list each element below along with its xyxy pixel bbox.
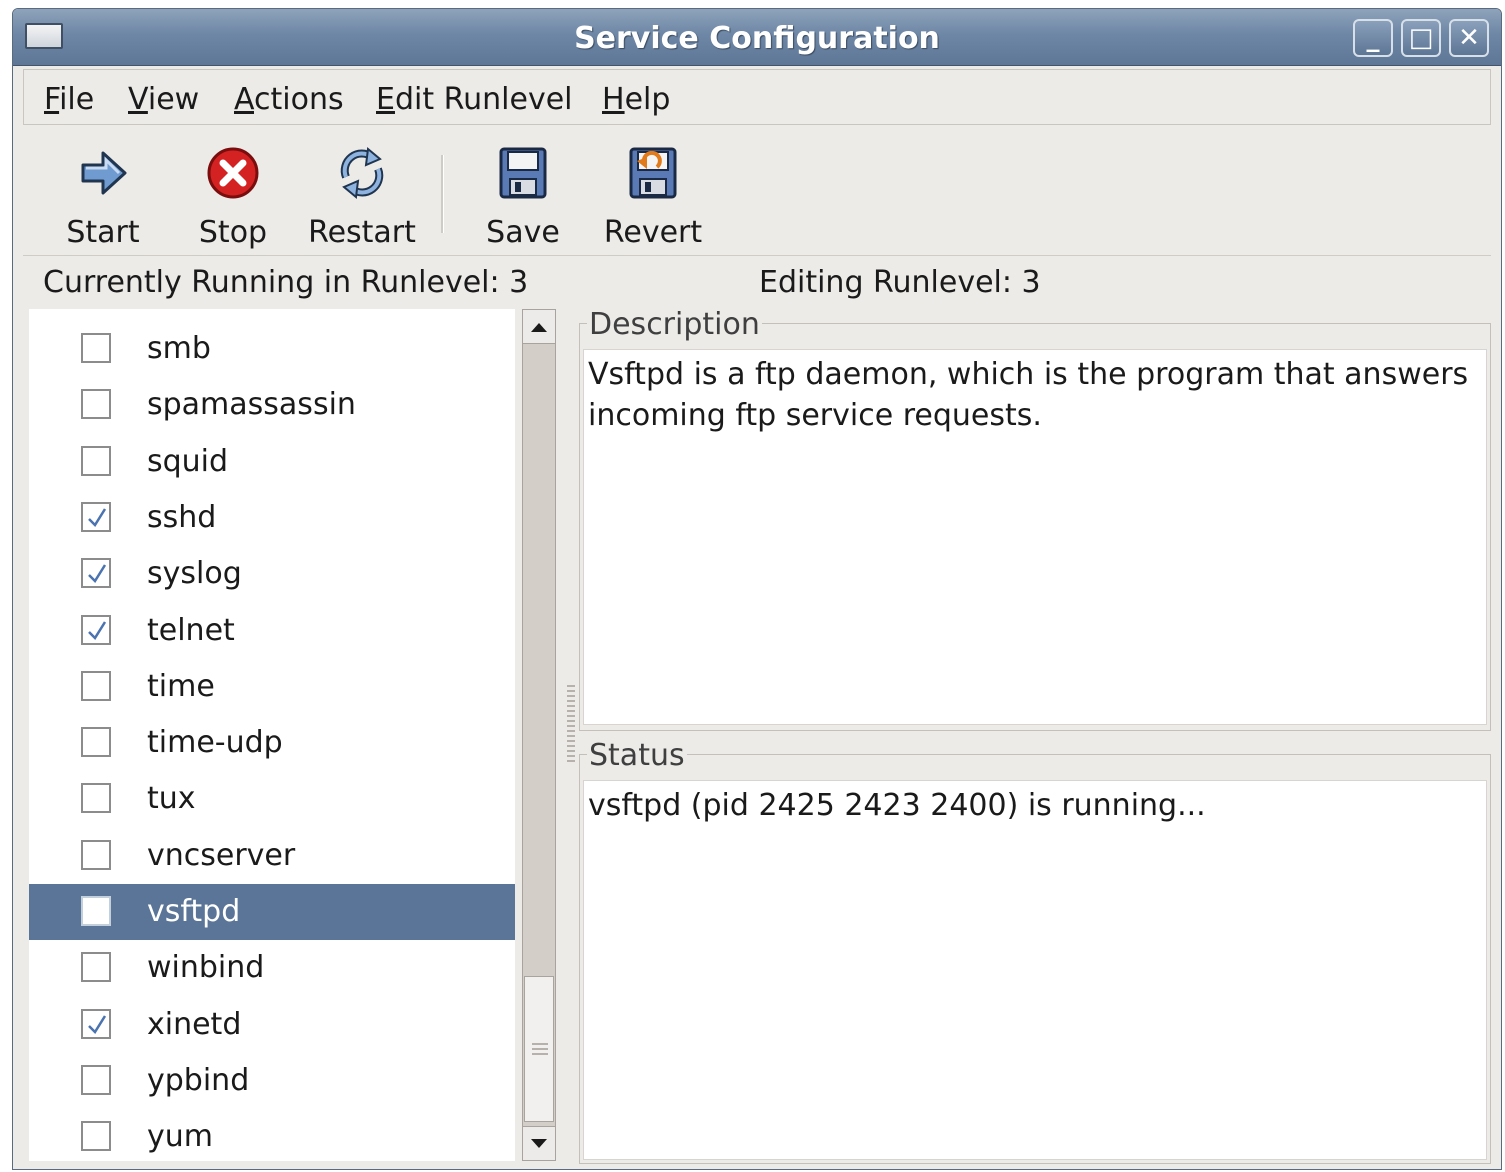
service-checkbox[interactable]	[81, 501, 111, 532]
menu-file[interactable]: File	[44, 82, 94, 117]
service-checkbox[interactable]	[81, 839, 111, 870]
menu-help[interactable]: Help	[602, 82, 670, 117]
save-floppy-icon	[499, 147, 547, 199]
scroll-thumb[interactable]	[524, 976, 554, 1122]
toolbar-separator	[441, 155, 444, 233]
stop-icon	[207, 147, 259, 199]
close-button[interactable]: ✕	[1449, 19, 1489, 57]
service-row[interactable]: squid	[29, 434, 515, 490]
scroll-up-arrow-icon	[531, 323, 547, 332]
service-name: squid	[147, 443, 229, 479]
service-row[interactable]: tux	[29, 771, 515, 827]
service-name: vncserver	[147, 837, 296, 873]
service-row[interactable]: smb	[29, 321, 515, 377]
menu-actions[interactable]: Actions	[234, 82, 344, 117]
minimize-button[interactable]: _	[1353, 19, 1393, 57]
start-label: Start	[66, 215, 140, 250]
checkmark-icon	[88, 1014, 107, 1034]
save-label: Save	[486, 215, 560, 250]
scroll-up-button[interactable]	[523, 310, 555, 344]
description-text: Vsftpd is a ftp daemon, which is the pro…	[583, 349, 1487, 725]
scroll-down-button[interactable]	[523, 1126, 555, 1160]
current-runlevel-label: Currently Running in Runlevel: 3	[43, 265, 529, 300]
service-row[interactable]: time-udp	[29, 715, 515, 771]
revert-button[interactable]: Revert	[593, 143, 713, 250]
service-row[interactable]: spamassassin	[29, 377, 515, 433]
service-row[interactable]: sshd	[29, 490, 515, 546]
service-checkbox[interactable]	[81, 558, 111, 589]
scroll-down-arrow-icon	[531, 1139, 547, 1148]
service-checkbox[interactable]	[81, 896, 111, 926]
service-checkbox[interactable]	[81, 333, 111, 363]
title-bar[interactable]: Service Configuration _ □ ✕	[13, 9, 1501, 66]
status-label: Status	[587, 738, 687, 773]
window-title: Service Configuration	[574, 21, 940, 56]
scroll-grip	[532, 1048, 548, 1050]
service-name: sshd	[147, 499, 217, 535]
service-checkbox[interactable]	[81, 1064, 111, 1095]
service-row[interactable]: time	[29, 659, 515, 715]
maximize-button[interactable]: □	[1401, 19, 1441, 57]
stop-label: Stop	[198, 215, 268, 250]
service-checkbox[interactable]	[81, 670, 111, 701]
service-row[interactable]: xinetd	[29, 997, 515, 1053]
pane-resize-handle[interactable]	[567, 685, 575, 763]
service-row[interactable]: vncserver	[29, 828, 515, 884]
checkmark-icon	[88, 620, 107, 640]
save-button[interactable]: Save	[473, 143, 573, 250]
service-checkbox[interactable]	[81, 445, 111, 476]
scroll-grip	[532, 1053, 548, 1055]
service-checkbox[interactable]	[81, 1121, 111, 1152]
service-checkbox[interactable]	[81, 952, 111, 983]
restart-label: Restart	[308, 215, 416, 250]
start-arrow-icon	[81, 151, 127, 195]
restart-icon	[340, 147, 384, 199]
service-row[interactable]: syslog	[29, 546, 515, 602]
service-row[interactable]: yum	[29, 1109, 515, 1161]
service-name: telnet	[147, 612, 235, 648]
toolbar: Start Stop Restart Save Revert	[23, 129, 1491, 256]
restart-button[interactable]: Restart	[297, 143, 427, 250]
service-name: smb	[147, 331, 211, 366]
checkmark-icon	[88, 902, 107, 921]
service-name: vsftpd	[147, 894, 241, 929]
service-checkbox[interactable]	[81, 727, 111, 758]
service-name: winbind	[147, 950, 265, 986]
checkmark-icon	[88, 564, 107, 584]
service-name: time-udp	[147, 725, 283, 761]
service-name: yum	[147, 1119, 213, 1155]
service-row[interactable]: winbind	[29, 940, 515, 996]
service-name: time	[147, 668, 215, 704]
menu-view[interactable]: View	[128, 82, 199, 117]
stop-button[interactable]: Stop	[183, 143, 283, 250]
menu-bar: File View Actions Edit Runlevel Help	[23, 69, 1491, 125]
checkmark-icon	[88, 508, 107, 527]
service-row[interactable]: ypbind	[29, 1053, 515, 1109]
service-name: xinetd	[147, 1006, 242, 1042]
service-list[interactable]: smb spamassassin squid sshd syslog telnet time…	[29, 309, 515, 1161]
status-text: vsftpd (pid 2425 2423 2400) is running..…	[583, 780, 1487, 1160]
revert-floppy-icon	[629, 147, 677, 199]
service-checkbox[interactable]	[81, 1008, 111, 1039]
service-name: tux	[147, 781, 196, 817]
service-configuration-window: Service Configuration _ □ ✕ File View Ac…	[12, 8, 1502, 1170]
service-list-scrollbar[interactable]	[522, 309, 556, 1161]
service-name: spamassassin	[147, 387, 356, 423]
service-name: syslog	[147, 556, 242, 592]
service-row[interactable]: telnet	[29, 603, 515, 659]
scroll-grip	[532, 1043, 548, 1045]
editing-runlevel-label: Editing Runlevel: 3	[759, 265, 1041, 300]
description-label: Description	[587, 307, 762, 342]
service-name: ypbind	[147, 1062, 250, 1098]
revert-label: Revert	[603, 215, 703, 250]
service-row[interactable]: vsftpd	[29, 884, 515, 940]
menu-edit-runlevel[interactable]: Edit Runlevel	[376, 82, 573, 117]
service-checkbox[interactable]	[81, 783, 111, 814]
service-checkbox[interactable]	[81, 614, 111, 645]
service-checkbox[interactable]	[81, 389, 111, 420]
start-button[interactable]: Start	[53, 143, 153, 250]
